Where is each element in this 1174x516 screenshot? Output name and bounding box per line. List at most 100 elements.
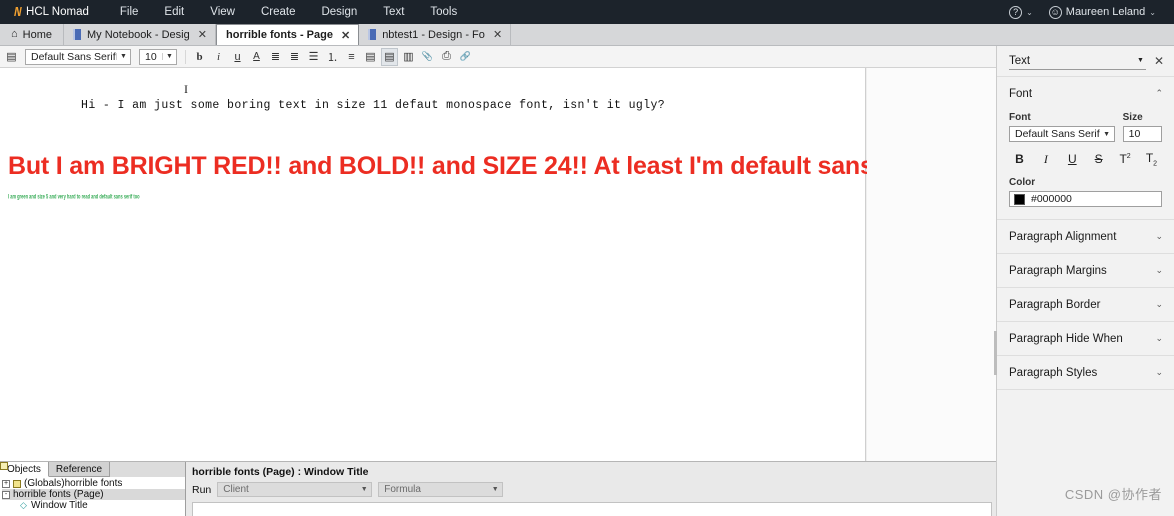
property-type-select[interactable]: Text ▼	[1009, 52, 1146, 70]
section-font: Font ⌃ Font Default Sans Serif ▼ Size 10…	[997, 76, 1174, 221]
attachment-icon[interactable]: 📎	[419, 48, 436, 66]
section-paragraph-margins-header[interactable]: Paragraph Margins ⌄	[997, 254, 1174, 287]
document-line-monospace[interactable]: Hi - I am just some boring text in size …	[8, 82, 865, 138]
event-editor-panel: horrible fonts (Page) : Window Title Run…	[187, 462, 996, 516]
close-icon[interactable]: ✕	[198, 28, 207, 41]
font-color-input[interactable]: #000000	[1009, 191, 1162, 208]
font-size-value: 10	[1128, 128, 1141, 140]
section-paragraph-border: Paragraph Border ⌄	[997, 288, 1174, 323]
section-paragraph-styles-header[interactable]: Paragraph Styles ⌄	[997, 356, 1174, 389]
strikethrough-button[interactable]: S	[1090, 152, 1107, 166]
tab-home[interactable]: ⌂ Home	[0, 24, 64, 45]
help-menu-button[interactable]: ? ⌄	[1003, 4, 1039, 21]
align-center-icon[interactable]: ≡	[343, 48, 360, 66]
event-icon: ◇	[20, 500, 27, 510]
chevron-down-icon: ⌄	[1155, 299, 1163, 310]
font-color-value: #000000	[1031, 193, 1072, 206]
indent-more-icon[interactable]: ≣	[267, 48, 284, 66]
superscript-button[interactable]: T2	[1117, 152, 1134, 166]
menu-view[interactable]: View	[197, 3, 248, 21]
properties-panel: Text ▼ ✕ Font ⌃ Font Default Sans Serif …	[994, 46, 1174, 516]
font-size-field: Size 10	[1122, 112, 1162, 142]
tab-nbtest1[interactable]: nbtest1 - Design - Form ✕	[359, 24, 512, 45]
menu-create[interactable]: Create	[248, 3, 309, 21]
font-family-combo[interactable]: Default Sans Serif ▼	[25, 48, 131, 65]
chevron-down-icon: ▼	[162, 53, 176, 60]
close-icon[interactable]: ✕	[341, 29, 350, 42]
close-icon[interactable]: ✕	[1152, 54, 1166, 68]
chevron-down-icon: ▼	[116, 53, 130, 60]
tab-reference[interactable]: Reference	[48, 462, 111, 477]
notebook-icon	[73, 29, 81, 40]
indent-less-icon[interactable]: ≣	[286, 48, 303, 66]
menu-text[interactable]: Text	[370, 3, 417, 21]
section-paragraph-alignment-header[interactable]: Paragraph Alignment ⌄	[997, 220, 1174, 253]
font-size-input[interactable]: 10	[1122, 126, 1162, 142]
align-right-icon[interactable]: ▥	[400, 48, 417, 66]
underline-icon[interactable]: u	[229, 48, 246, 66]
formula-code-editor[interactable]	[192, 502, 992, 516]
color-swatch-icon[interactable]	[1014, 193, 1025, 205]
section-paragraph-hide-when-header[interactable]: Paragraph Hide When ⌄	[997, 322, 1174, 355]
bold-button[interactable]: B	[1011, 152, 1028, 166]
document-page[interactable]: Hi - I am just some boring text in size …	[0, 68, 932, 461]
bulleted-list-icon[interactable]: ☰	[305, 48, 322, 66]
app-brand: /\/ HCL Nomad	[14, 5, 89, 19]
italic-icon[interactable]: i	[210, 48, 227, 66]
tree-item-globals[interactable]: + (Globals)horrible fonts	[2, 478, 185, 489]
text-color-icon[interactable]: A	[248, 48, 265, 66]
hcl-logo-icon: /\/	[14, 5, 22, 19]
tree-item-label: (Globals)horrible fonts	[24, 478, 123, 489]
align-justify-icon[interactable]: ▤	[362, 48, 379, 66]
chevron-down-icon: ⌄	[1026, 7, 1033, 17]
chevron-down-icon: ▼	[360, 486, 368, 493]
user-menu-button[interactable]: ☺ Maureen Leland ⌄	[1043, 4, 1162, 21]
language-select[interactable]: Formula ▼	[378, 482, 504, 497]
expand-icon[interactable]: +	[2, 479, 10, 488]
section-font-header[interactable]: Font ⌃	[997, 77, 1174, 110]
font-size-combo[interactable]: 10 ▼	[139, 48, 177, 65]
align-left-icon[interactable]: ▤	[381, 47, 398, 66]
font-family-select[interactable]: Default Sans Serif ▼	[1009, 126, 1115, 142]
subscript-button[interactable]: T2	[1143, 151, 1160, 167]
run-target-value: Client	[223, 484, 249, 495]
menu-file[interactable]: File	[107, 3, 152, 21]
close-icon[interactable]: ✕	[493, 28, 502, 41]
run-target-select[interactable]: Client ▼	[217, 482, 373, 497]
chevron-down-icon: ⌄	[1155, 231, 1163, 242]
document-line-green[interactable]: I am green and size 5 and very hard to r…	[8, 192, 865, 200]
tab-label: My Notebook - Design -	[87, 28, 190, 41]
panel-resize-handle[interactable]	[994, 331, 997, 375]
hyperlink-icon[interactable]: 🔗	[457, 48, 474, 66]
section-font-body: Font Default Sans Serif ▼ Size 10 B I U …	[997, 110, 1174, 219]
chevron-down-icon: ⌄	[1149, 7, 1156, 17]
menu-design[interactable]: Design	[308, 3, 370, 21]
insert-file-icon[interactable]: ⎙	[438, 48, 455, 66]
underline-button[interactable]: U	[1064, 152, 1081, 166]
tab-horrible-fonts[interactable]: horrible fonts - Page ✕	[216, 24, 360, 45]
numbered-list-icon[interactable]: ⒈	[324, 48, 341, 66]
document-line-red[interactable]: But I am BRIGHT RED!! and BOLD!! and SIZ…	[8, 152, 932, 181]
document-body[interactable]: Hi - I am just some boring text in size …	[0, 68, 932, 200]
user-name-label: Maureen Leland	[1065, 6, 1146, 18]
editor-margin	[867, 68, 996, 461]
tree-item-horrible-fonts-page[interactable]: - horrible fonts (Page)	[0, 462, 185, 500]
font-family-field: Font Default Sans Serif ▼	[1009, 112, 1115, 142]
toolbar-divider	[185, 49, 186, 64]
italic-button[interactable]: I	[1037, 152, 1054, 167]
bold-icon[interactable]: b	[191, 48, 208, 66]
chevron-down-icon: ▼	[491, 486, 499, 493]
tree-item-label: Window Title	[31, 500, 88, 511]
language-value: Formula	[384, 484, 421, 495]
menu-tools[interactable]: Tools	[417, 3, 470, 21]
tab-home-label: Home	[22, 28, 52, 41]
tab-bar: ⌂ Home My Notebook - Design - ✕ horrible…	[0, 24, 1174, 46]
chevron-down-icon: ⌄	[1155, 265, 1163, 276]
menu-edit[interactable]: Edit	[151, 3, 197, 21]
section-paragraph-border-header[interactable]: Paragraph Border ⌄	[997, 288, 1174, 321]
save-icon[interactable]: ▤	[3, 48, 20, 66]
text-cursor-icon: I	[184, 82, 189, 96]
tab-my-notebook[interactable]: My Notebook - Design - ✕	[64, 24, 216, 45]
tree-item-window-title[interactable]: ◇ Window Title	[2, 500, 185, 511]
collapse-icon[interactable]: -	[2, 490, 10, 499]
